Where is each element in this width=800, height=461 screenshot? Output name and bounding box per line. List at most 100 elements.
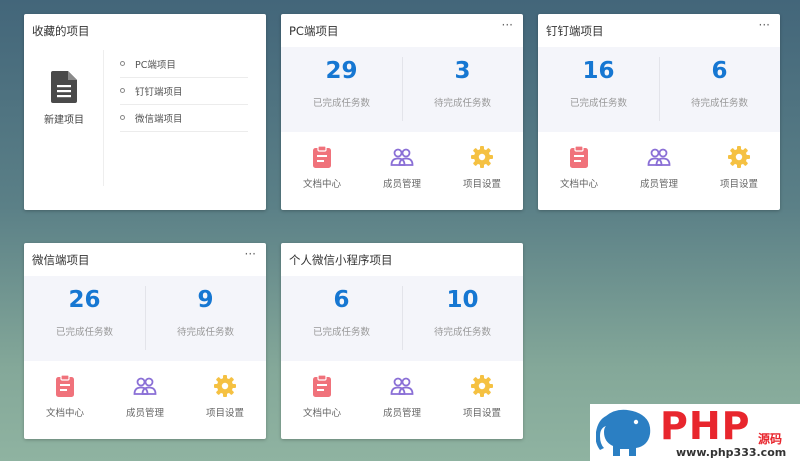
users-icon	[647, 148, 671, 166]
docs-button[interactable]: 文档中心	[282, 132, 362, 210]
new-project-button[interactable]: 新建项目	[24, 47, 104, 187]
gear-icon	[214, 375, 236, 397]
todo-label: 待完成任务数	[690, 98, 748, 109]
favorite-item-label: 微信端项目	[135, 114, 183, 125]
done-label: 已完成任务数	[569, 98, 627, 109]
card-title: PC端项目	[289, 24, 339, 38]
clipboard-icon	[313, 374, 331, 397]
gear-icon	[471, 146, 493, 168]
docs-button[interactable]: 文档中心	[25, 361, 105, 439]
members-button[interactable]: 成员管理	[362, 361, 442, 439]
stats-panel: 29 已完成任务数 3 待完成任务数	[281, 47, 523, 132]
favorite-item-wechat[interactable]: 微信端项目	[120, 105, 248, 132]
settings-button[interactable]: 项目设置	[442, 132, 522, 210]
project-card-dingtalk: 钉钉端项目 ··· 16 已完成任务数 6 待完成任务数 文档中心 成员管理 项…	[538, 14, 780, 210]
todo-label: 待完成任务数	[433, 327, 491, 338]
bullet-icon	[120, 115, 125, 120]
watermark-suffix: 源码	[758, 432, 783, 446]
stat-done: 6 已完成任务数	[281, 276, 402, 361]
members-button[interactable]: 成员管理	[362, 132, 442, 210]
watermark-brand: PHP	[660, 404, 751, 448]
todo-count: 10	[446, 287, 479, 313]
project-card-miniprogram: 个人微信小程序项目 6 已完成任务数 10 待完成任务数 文档中心 成员管理 项…	[281, 243, 523, 439]
docs-label: 文档中心	[559, 179, 598, 190]
settings-label: 项目设置	[719, 179, 758, 190]
stat-done: 26 已完成任务数	[24, 276, 145, 361]
members-label: 成员管理	[382, 179, 421, 190]
members-button[interactable]: 成员管理	[105, 361, 185, 439]
favorite-item-label: PC端项目	[135, 60, 176, 71]
docs-label: 文档中心	[302, 408, 341, 419]
card-title: 个人微信小程序项目	[289, 253, 393, 267]
todo-label: 待完成任务数	[176, 327, 234, 338]
settings-label: 项目设置	[462, 408, 501, 419]
stat-done: 29 已完成任务数	[281, 47, 402, 132]
favorites-card: 收藏的项目 新建项目 PC端项目 钉钉端项目 微信端项目	[24, 14, 266, 210]
docs-button[interactable]: 文档中心	[282, 361, 362, 439]
favorite-item-dingtalk[interactable]: 钉钉端项目	[120, 78, 248, 105]
card-title: 钉钉端项目	[546, 24, 604, 38]
actions-row: 文档中心 成员管理 项目设置	[281, 361, 523, 439]
watermark-url: www.php333.com	[676, 446, 787, 459]
done-label: 已完成任务数	[312, 327, 370, 338]
divider	[103, 50, 104, 186]
favorite-item-label: 钉钉端项目	[135, 87, 183, 98]
users-icon	[390, 148, 414, 166]
stat-todo: 10 待完成任务数	[402, 276, 523, 361]
done-count: 6	[333, 287, 350, 313]
stats-panel: 6 已完成任务数 10 待完成任务数	[281, 276, 523, 361]
docs-label: 文档中心	[45, 408, 84, 419]
more-button[interactable]: ···	[245, 247, 256, 261]
clipboard-icon	[313, 145, 331, 168]
favorites-list: PC端项目 钉钉端项目 微信端项目	[120, 51, 248, 132]
card-title: 微信端项目	[32, 253, 90, 267]
watermark: PHP 源码 www.php333.com	[590, 404, 800, 461]
todo-count: 6	[711, 58, 728, 84]
bullet-icon	[120, 61, 125, 66]
elephant-logo-icon	[596, 409, 651, 456]
stat-done: 16 已完成任务数	[538, 47, 659, 132]
users-icon	[133, 377, 157, 395]
todo-count: 9	[197, 287, 214, 313]
actions-row: 文档中心 成员管理 项目设置	[24, 361, 266, 439]
clipboard-icon	[570, 145, 588, 168]
favorite-item-pc[interactable]: PC端项目	[120, 51, 248, 78]
clipboard-icon	[56, 374, 74, 397]
users-icon	[390, 377, 414, 395]
settings-label: 项目设置	[462, 179, 501, 190]
stats-panel: 26 已完成任务数 9 待完成任务数	[24, 276, 266, 361]
new-project-label: 新建项目	[44, 115, 84, 126]
members-label: 成员管理	[125, 408, 164, 419]
done-label: 已完成任务数	[55, 327, 113, 338]
done-count: 29	[325, 58, 358, 84]
done-count: 26	[68, 287, 101, 313]
more-button[interactable]: ···	[759, 18, 770, 32]
todo-label: 待完成任务数	[433, 98, 491, 109]
settings-label: 项目设置	[205, 408, 244, 419]
card-title: 收藏的项目	[32, 24, 90, 38]
actions-row: 文档中心 成员管理 项目设置	[281, 132, 523, 210]
done-label: 已完成任务数	[312, 98, 370, 109]
bullet-icon	[120, 88, 125, 93]
settings-button[interactable]: 项目设置	[185, 361, 265, 439]
gear-icon	[728, 146, 750, 168]
stat-todo: 3 待完成任务数	[402, 47, 523, 132]
actions-row: 文档中心 成员管理 项目设置	[538, 132, 780, 210]
todo-count: 3	[454, 58, 471, 84]
stat-todo: 6 待完成任务数	[659, 47, 780, 132]
settings-button[interactable]: 项目设置	[442, 361, 522, 439]
document-icon	[51, 71, 77, 103]
done-count: 16	[582, 58, 615, 84]
more-button[interactable]: ···	[502, 18, 513, 32]
members-label: 成员管理	[639, 179, 678, 190]
settings-button[interactable]: 项目设置	[699, 132, 779, 210]
docs-button[interactable]: 文档中心	[539, 132, 619, 210]
stats-panel: 16 已完成任务数 6 待完成任务数	[538, 47, 780, 132]
members-label: 成员管理	[382, 408, 421, 419]
members-button[interactable]: 成员管理	[619, 132, 699, 210]
project-card-pc: PC端项目 ··· 29 已完成任务数 3 待完成任务数 文档中心 成员管理 项…	[281, 14, 523, 210]
project-card-wechat: 微信端项目 ··· 26 已完成任务数 9 待完成任务数 文档中心 成员管理 项…	[24, 243, 266, 439]
gear-icon	[471, 375, 493, 397]
docs-label: 文档中心	[302, 179, 341, 190]
stat-todo: 9 待完成任务数	[145, 276, 266, 361]
